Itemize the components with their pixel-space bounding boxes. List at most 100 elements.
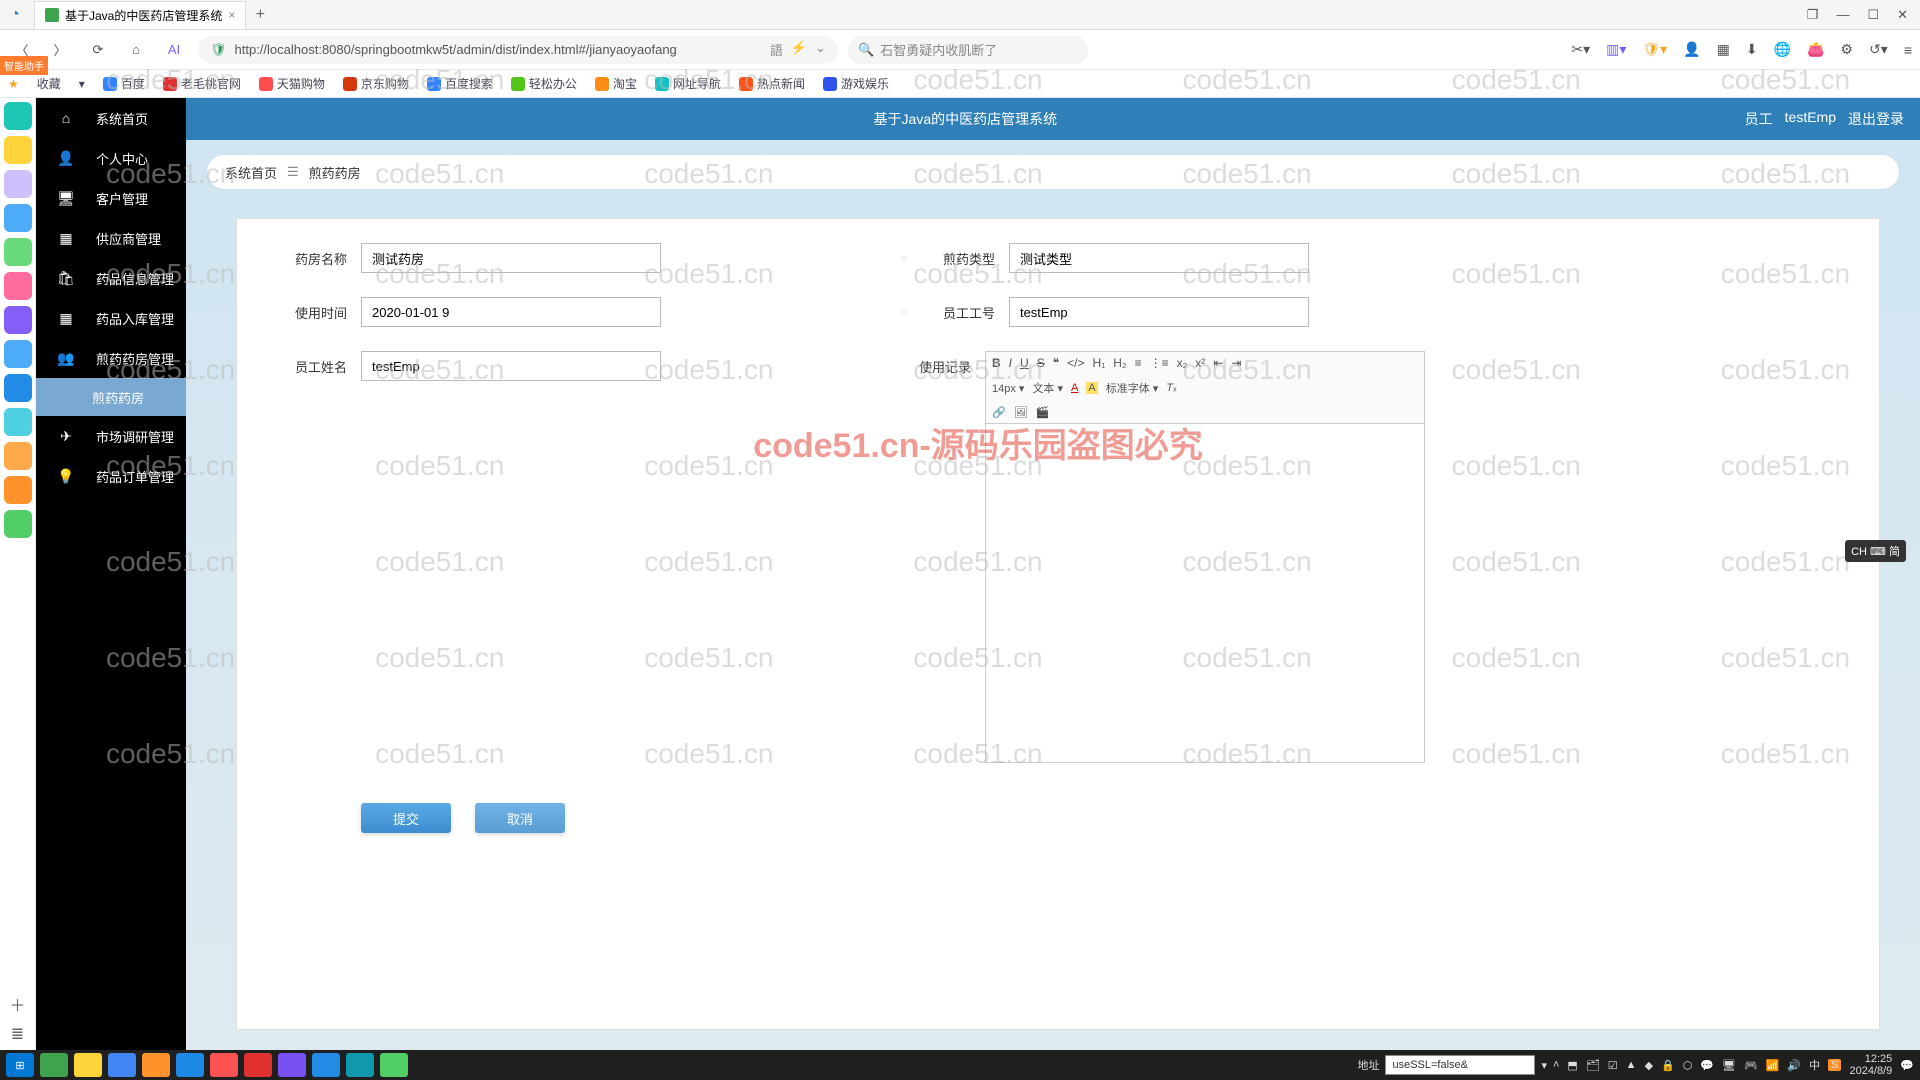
start-icon[interactable]: ⊞ [6, 1053, 34, 1077]
logout-link[interactable]: 退出登录 [1848, 109, 1904, 129]
tb-app-icon[interactable] [176, 1053, 204, 1077]
bookmark-item[interactable]: 天猫购物 [259, 75, 325, 92]
input-emp-id[interactable] [1009, 297, 1309, 327]
sidebar-item-suppliers[interactable]: ▦供应商管理 [36, 218, 186, 258]
os-app-icon[interactable] [4, 272, 32, 300]
ime-badge[interactable]: CH ⌨ 简 [1845, 540, 1906, 562]
strike-icon[interactable]: S [1037, 356, 1045, 370]
cancel-button[interactable]: 取消 [475, 803, 565, 833]
sidebar-item-pharmacy-mgmt[interactable]: 👥煎药药房管理 [36, 338, 186, 378]
addr-field[interactable]: useSSL=false& [1385, 1055, 1535, 1075]
sidebar-item-customers[interactable]: 🖥客户管理 [36, 178, 186, 218]
bookmark-item[interactable]: 老毛桃官网 [163, 75, 241, 92]
flash-icon[interactable]: ⚡ [791, 40, 807, 59]
tray-icon[interactable]: ▲ [1626, 1059, 1637, 1071]
close-tab-icon[interactable]: × [228, 8, 235, 22]
apps-icon[interactable]: ▦ [1717, 41, 1730, 58]
tray-ime-icon[interactable]: 中 [1809, 1057, 1820, 1073]
bookmark-item[interactable]: 淘宝 [595, 75, 637, 92]
input-pharmacy-name[interactable] [361, 243, 661, 273]
tray-icon[interactable]: ⬒ [1567, 1059, 1577, 1072]
tray-icon[interactable]: 💬 [1700, 1059, 1714, 1072]
list-ol-icon[interactable]: ≡ [1135, 356, 1142, 370]
underline-icon[interactable]: U [1020, 356, 1029, 370]
sidebar-item-medicine-info[interactable]: 🛍药品信息管理 [36, 258, 186, 298]
bookmark-item[interactable]: 网址导航 [655, 75, 721, 92]
tb-app-icon[interactable] [346, 1053, 374, 1077]
sidebar-item-medicine-in[interactable]: ▦药品入库管理 [36, 298, 186, 338]
clear-format-icon[interactable]: Tₓ [1166, 382, 1176, 394]
sidebar-subitem-pharmacy[interactable]: 煎药药房 [36, 378, 186, 416]
input-use-time[interactable] [361, 297, 661, 327]
tray-icon[interactable]: ☑ [1608, 1059, 1618, 1072]
search-box[interactable]: 🔍 石智勇疑内收肌断了 [848, 36, 1088, 64]
window-restore-icon[interactable]: ❐ [1807, 7, 1819, 23]
italic-icon[interactable]: I [1009, 356, 1012, 370]
os-app-icon[interactable] [4, 408, 32, 436]
star-icon[interactable]: ★ [8, 77, 19, 91]
indent-icon[interactable]: ⇤ [1213, 356, 1223, 370]
h2-icon[interactable]: H₂ [1113, 356, 1126, 370]
bookmark-item[interactable]: 京东购物 [343, 75, 409, 92]
editor-body[interactable] [985, 423, 1425, 763]
link-icon[interactable]: 🔗 [992, 406, 1006, 419]
tb-app-icon[interactable] [40, 1053, 68, 1077]
shield2-icon[interactable]: 🛡▾ [1642, 41, 1667, 58]
quote-icon[interactable]: ❝ [1053, 356, 1059, 370]
bookmark-item[interactable]: 轻松办公 [511, 75, 577, 92]
tb-app-icon[interactable] [312, 1053, 340, 1077]
tray-up-icon[interactable]: ˄ [1553, 1059, 1559, 1071]
os-app-icon[interactable] [4, 306, 32, 334]
bookmark-item[interactable]: 百度搜索 [427, 75, 493, 92]
notifications-icon[interactable]: 💬 [1900, 1059, 1914, 1072]
tray-icon[interactable]: 📶 [1766, 1059, 1780, 1072]
tray-icon[interactable]: 🎮 [1744, 1059, 1758, 1072]
os-app-icon[interactable] [4, 476, 32, 504]
cut-icon[interactable]: ✂▾ [1571, 41, 1590, 58]
menu-icon[interactable]: ≡ [1904, 42, 1912, 58]
submit-button[interactable]: 提交 [361, 803, 451, 833]
window-min-icon[interactable]: — [1836, 7, 1849, 23]
input-decoction-type[interactable] [1009, 243, 1309, 273]
translate-icon[interactable]: 語 [770, 40, 783, 59]
input-emp-name[interactable] [361, 351, 661, 381]
font-size-select[interactable]: 14px ▾ [992, 382, 1024, 395]
tb-app-icon[interactable] [142, 1053, 170, 1077]
chevron-down-icon[interactable]: ⌄ [815, 40, 826, 59]
bookmark-item[interactable]: 游戏娱乐 [823, 75, 889, 92]
font-color-icon[interactable]: A [1071, 382, 1078, 394]
os-app-icon[interactable] [4, 374, 32, 402]
wallet-icon[interactable]: 👛 [1807, 41, 1824, 58]
text-type-select[interactable]: 文本 ▾ [1032, 380, 1063, 396]
tray-icon[interactable]: 🗂 [1586, 1059, 1600, 1072]
download-icon[interactable]: ⬇ [1746, 41, 1758, 58]
globe-icon[interactable]: 🌐 [1774, 41, 1791, 58]
new-tab-button[interactable]: + [246, 6, 274, 24]
url-bar[interactable]: 🛡 http://localhost:8080/springbootmkw5t/… [198, 36, 838, 64]
bookmark-item[interactable]: 百度 [103, 75, 145, 92]
tray-icon[interactable]: 🔒 [1661, 1059, 1675, 1072]
sidebar-item-profile[interactable]: 👤个人中心 [36, 138, 186, 178]
taskbar-clock[interactable]: 12:25 2024/8/9 [1849, 1053, 1892, 1077]
h1-icon[interactable]: H₁ [1093, 356, 1106, 370]
sup-icon[interactable]: x² [1195, 356, 1205, 370]
addr-dropdown-icon[interactable]: ▾ [1541, 1059, 1547, 1072]
list-icon[interactable]: ≣ [11, 1024, 24, 1044]
tray-icon[interactable]: 🖥 [1722, 1059, 1736, 1072]
tray-volume-icon[interactable]: 🔊 [1787, 1059, 1801, 1072]
os-app-icon[interactable] [4, 510, 32, 538]
assistant-tag[interactable]: 智能助手 [0, 56, 48, 75]
bg-color-icon[interactable]: A [1086, 382, 1097, 394]
window-max-icon[interactable]: ☐ [1867, 7, 1879, 23]
breadcrumb-home[interactable]: 系统首页 [225, 163, 277, 182]
window-close-icon[interactable]: ✕ [1897, 7, 1908, 23]
tray-icon[interactable]: ◆ [1645, 1059, 1653, 1072]
video-icon[interactable]: 🎬 [1036, 406, 1050, 419]
browser-tab[interactable]: 基于Java的中医药店管理系统 × [34, 1, 246, 29]
list-ul-icon[interactable]: ⋮≡ [1150, 356, 1169, 370]
os-app-icon[interactable] [4, 136, 32, 164]
browser-logo-icon[interactable]: ◔ [0, 0, 30, 30]
sidebar-item-home[interactable]: ⌂系统首页 [36, 98, 186, 138]
tb-app-icon[interactable] [244, 1053, 272, 1077]
outdent-icon[interactable]: ⇥ [1231, 356, 1241, 370]
